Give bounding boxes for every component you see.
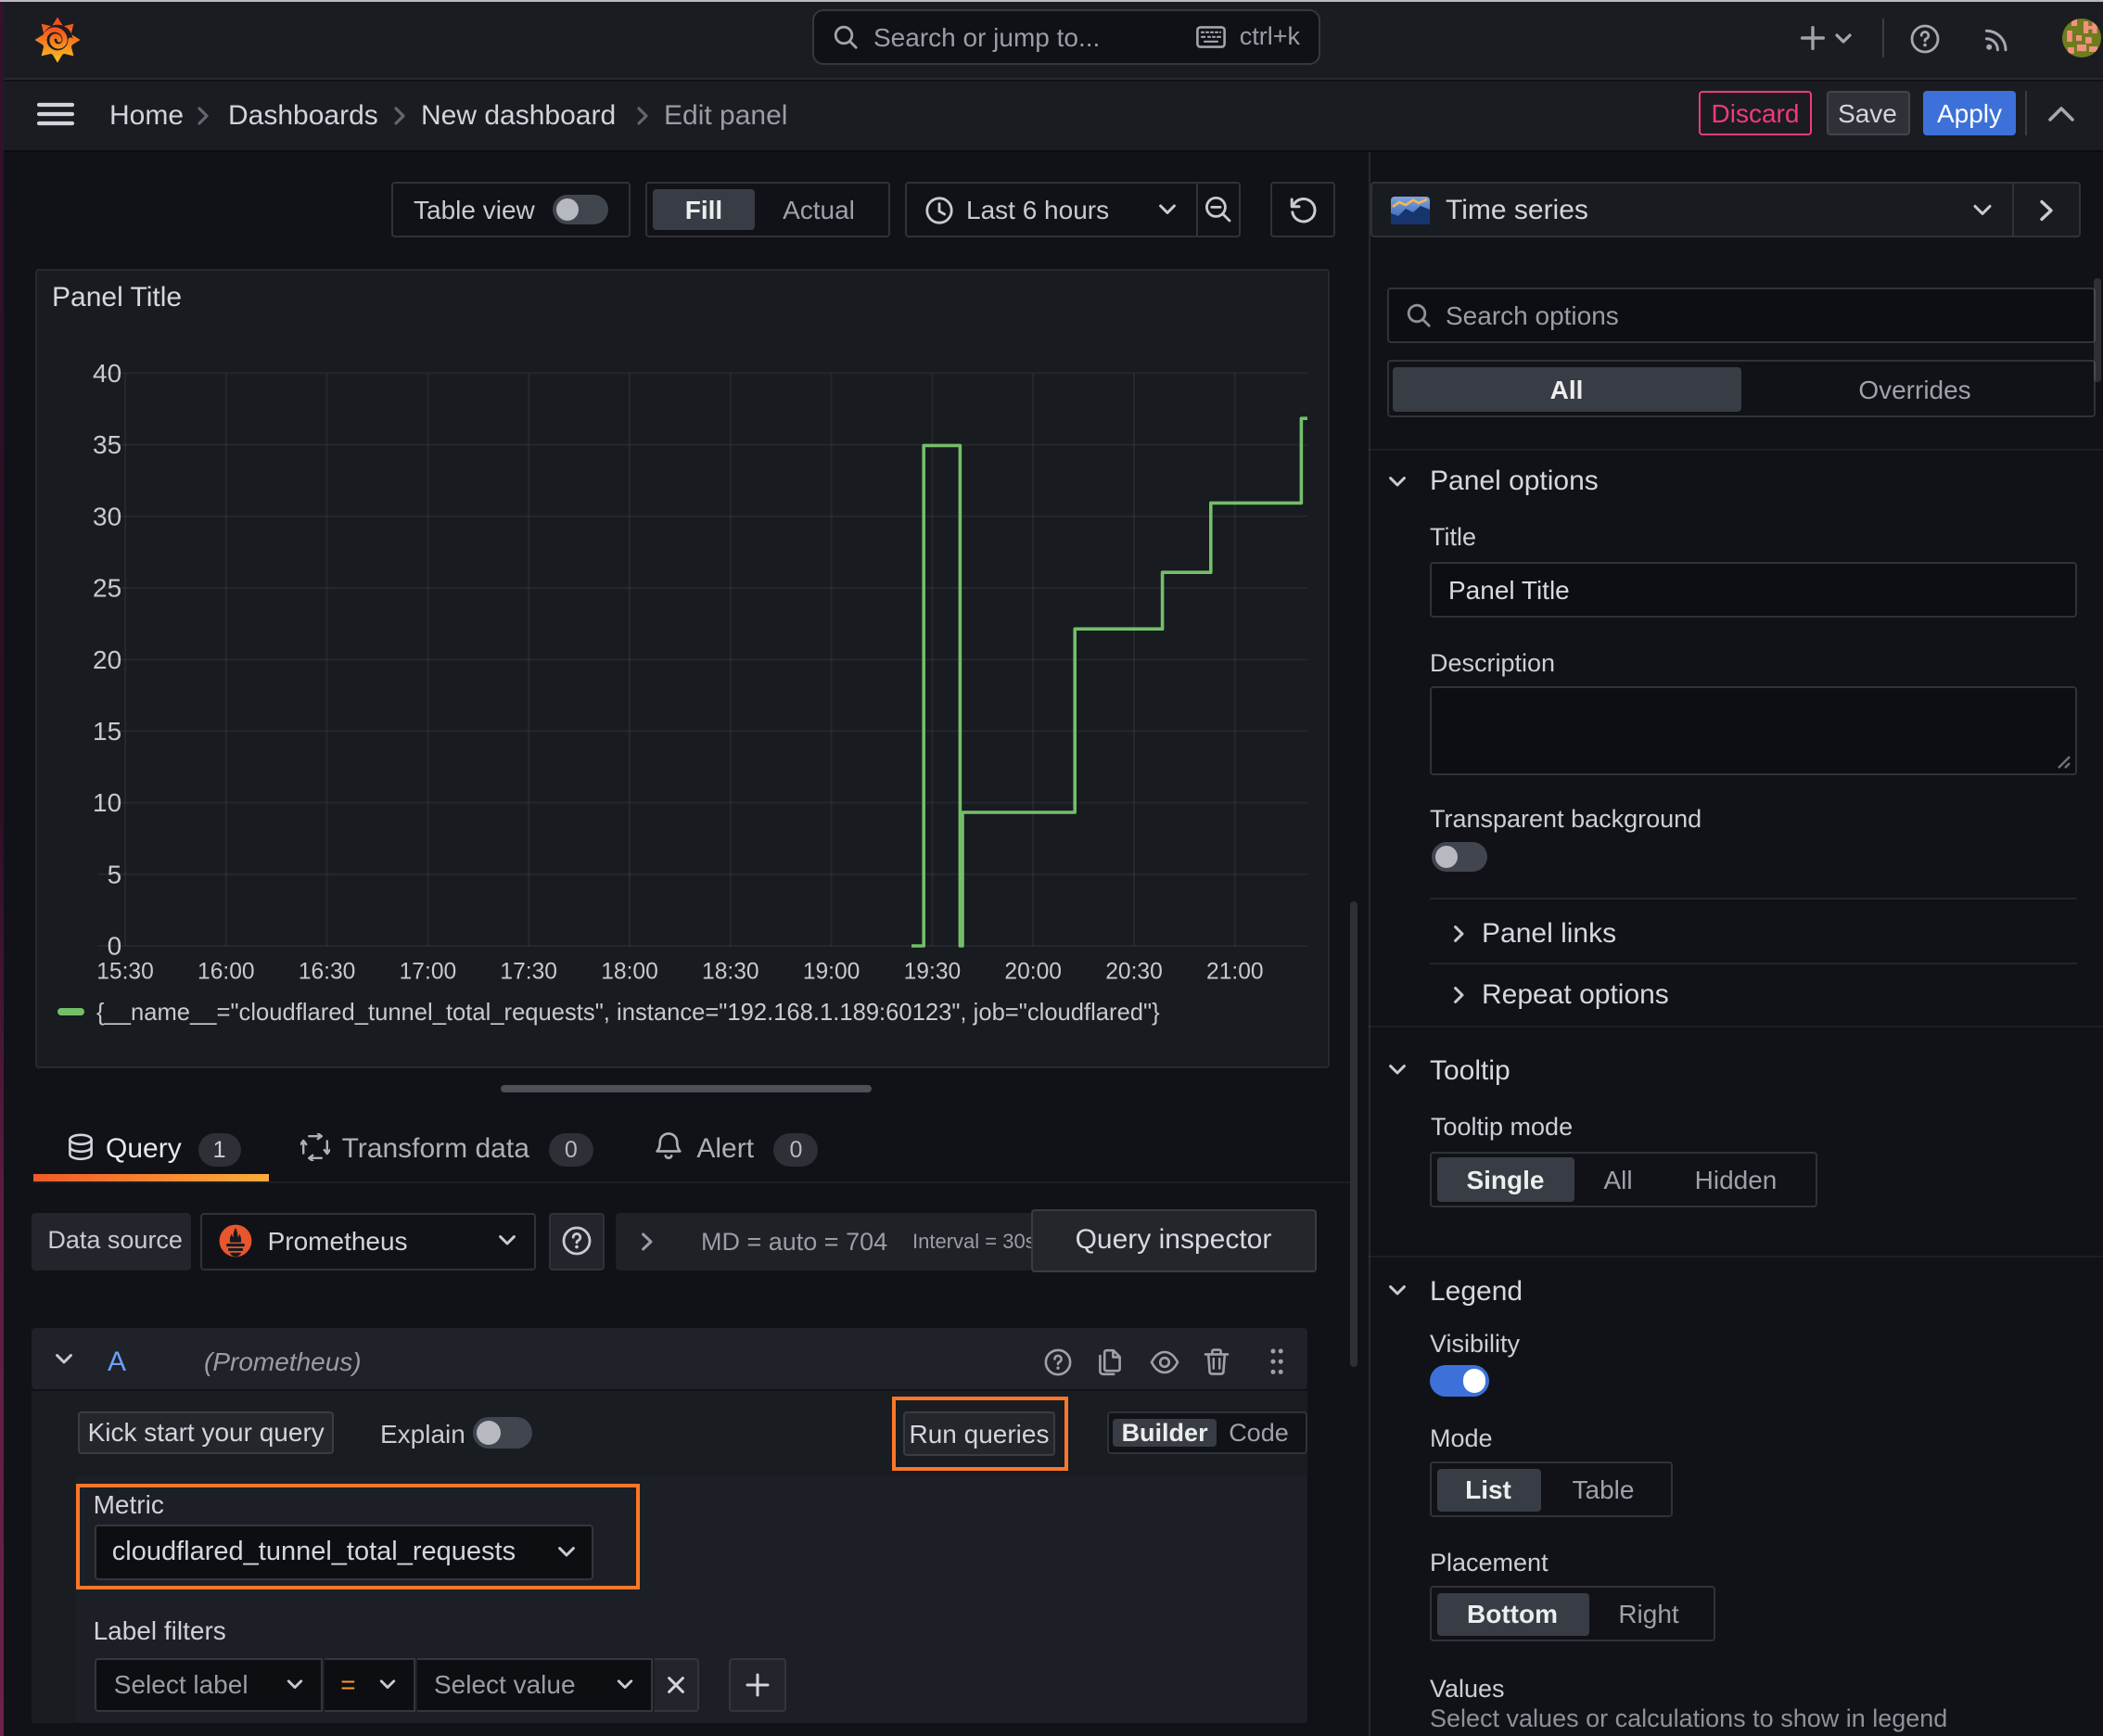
- svg-text:20: 20: [92, 645, 121, 674]
- svg-text:0: 0: [107, 932, 121, 961]
- svg-text:20:30: 20:30: [1104, 960, 1162, 985]
- svg-text:40: 40: [92, 359, 121, 388]
- svg-text:15:30: 15:30: [96, 960, 153, 985]
- svg-text:21:00: 21:00: [1205, 960, 1263, 985]
- svg-text:10: 10: [92, 788, 121, 817]
- svg-text:35: 35: [92, 430, 121, 459]
- svg-text:30: 30: [92, 502, 121, 530]
- svg-text:19:30: 19:30: [903, 960, 961, 985]
- svg-text:25: 25: [92, 574, 121, 603]
- svg-text:17:30: 17:30: [499, 960, 556, 985]
- svg-text:5: 5: [107, 860, 121, 888]
- svg-text:20:00: 20:00: [1003, 960, 1061, 985]
- svg-text:15: 15: [92, 717, 121, 746]
- svg-text:18:30: 18:30: [701, 960, 758, 985]
- svg-text:19:00: 19:00: [802, 960, 860, 985]
- svg-text:18:00: 18:00: [600, 960, 657, 985]
- svg-text:{__name__="cloudflared_tunnel_: {__name__="cloudflared_tunnel_total_requ…: [96, 1000, 1159, 1026]
- svg-text:17:00: 17:00: [399, 960, 456, 985]
- svg-text:16:00: 16:00: [197, 960, 254, 985]
- svg-text:16:30: 16:30: [298, 960, 355, 985]
